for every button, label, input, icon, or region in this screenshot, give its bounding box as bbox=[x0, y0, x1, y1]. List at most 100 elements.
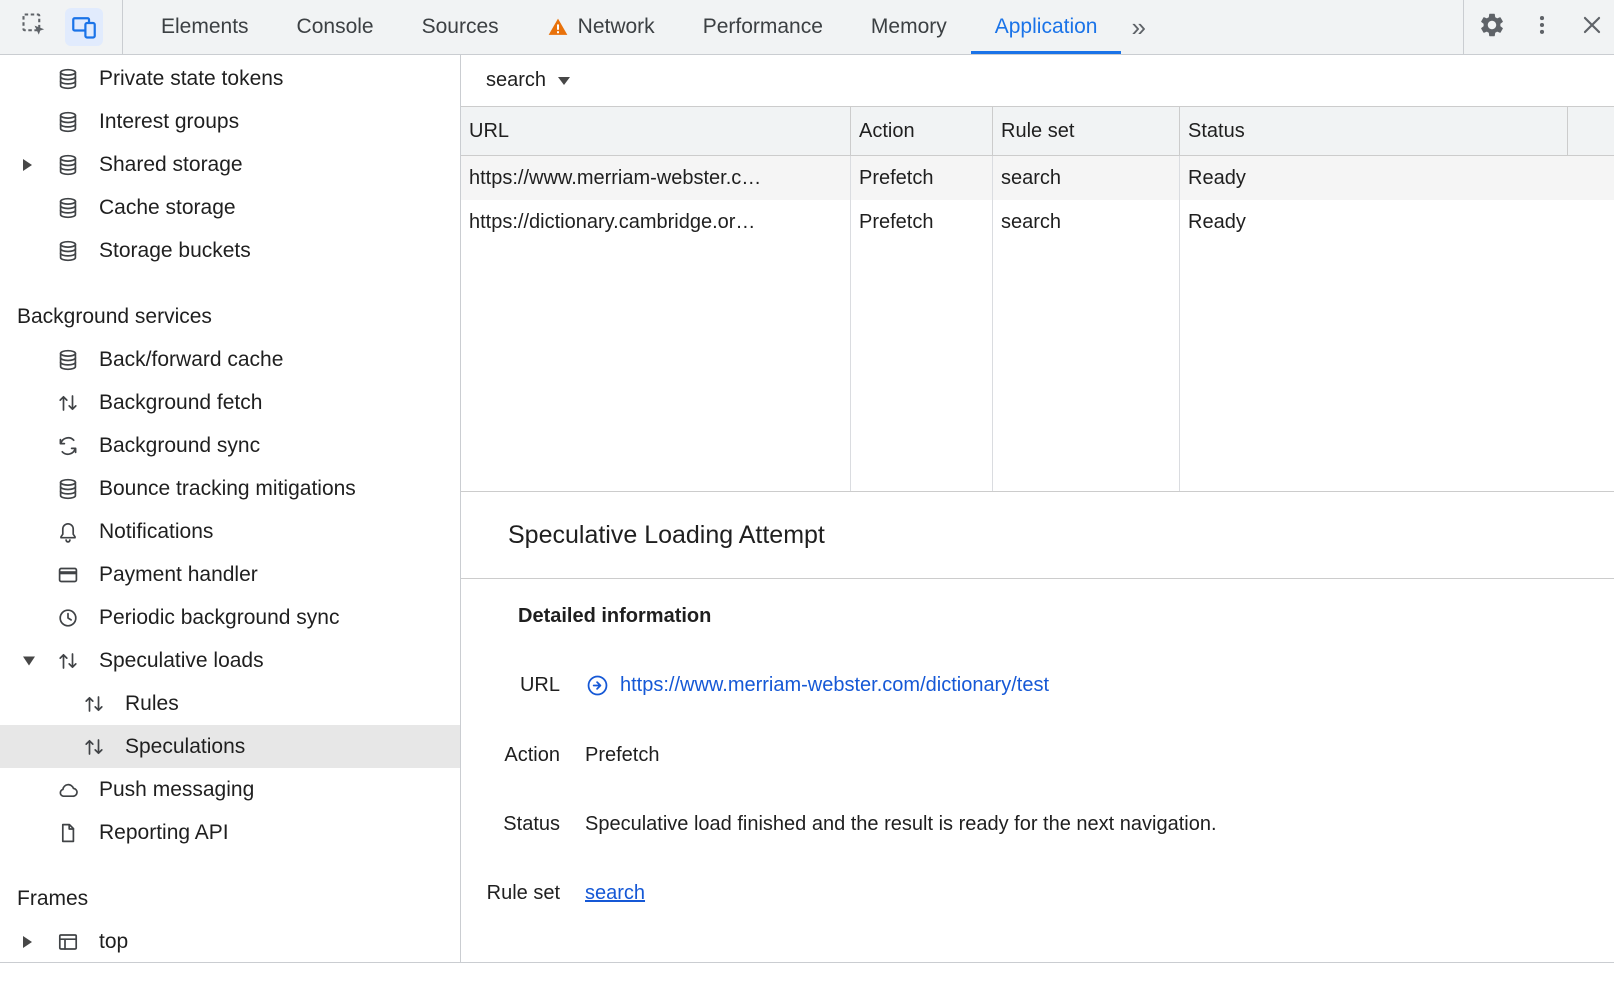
up-down-arrows-icon bbox=[82, 735, 106, 759]
inspect-cursor-icon bbox=[20, 11, 48, 44]
more-tabs-button[interactable]: » bbox=[1121, 0, 1155, 54]
sidebar-item-periodic-background-sync[interactable]: Periodic background sync bbox=[0, 596, 460, 639]
detail-pane-title: Speculative Loading Attempt bbox=[508, 521, 825, 550]
sidebar-item-payment-handler[interactable]: Payment handler bbox=[0, 553, 460, 596]
sidebar-item-top-frame[interactable]: top bbox=[0, 920, 460, 962]
cloud-icon bbox=[56, 778, 80, 802]
close-icon bbox=[1579, 12, 1605, 43]
tab-console[interactable]: Console bbox=[273, 0, 398, 54]
open-url-icon[interactable] bbox=[585, 673, 610, 698]
chevron-down-icon bbox=[558, 77, 570, 85]
sidebar-item-private-state-tokens[interactable]: Private state tokens bbox=[0, 57, 460, 100]
field-value: Speculative load finished and the result… bbox=[585, 813, 1217, 836]
warning-icon bbox=[547, 16, 569, 38]
detail-field-action: Action Prefetch bbox=[461, 744, 1594, 767]
sidebar-item-interest-groups[interactable]: Interest groups bbox=[0, 100, 460, 143]
sidebar-item-label: Periodic background sync bbox=[99, 606, 339, 630]
sidebar-item-label: Speculative loads bbox=[99, 649, 264, 673]
toolbar-separator bbox=[122, 0, 123, 54]
column-header-label: URL bbox=[469, 120, 509, 143]
bell-icon bbox=[56, 520, 80, 544]
detail-field-rule-set: Rule set search bbox=[461, 882, 1594, 905]
up-down-arrows-icon bbox=[82, 692, 106, 716]
tab-sources[interactable]: Sources bbox=[398, 0, 523, 54]
credit-card-icon bbox=[56, 563, 80, 587]
speculation-url-link[interactable]: https://www.merriam-webster.com/dictiona… bbox=[620, 674, 1049, 697]
detail-field-url: URL https://www.merriam-webster.com/dict… bbox=[461, 673, 1594, 698]
toolbar-right-controls bbox=[1463, 0, 1614, 54]
sidebar-item-notifications[interactable]: Notifications bbox=[0, 510, 460, 553]
sidebar-item-label: Shared storage bbox=[99, 153, 243, 177]
sidebar-item-speculations[interactable]: Speculations bbox=[0, 725, 460, 768]
cell-status: Ready bbox=[1179, 200, 1614, 244]
tab-memory[interactable]: Memory bbox=[847, 0, 971, 54]
expand-chevron-icon[interactable] bbox=[23, 159, 32, 171]
sync-icon bbox=[56, 434, 80, 458]
database-icon bbox=[56, 153, 80, 177]
sidebar-item-shared-storage[interactable]: Shared storage bbox=[0, 143, 460, 186]
rule-set-link[interactable]: search bbox=[585, 882, 645, 905]
detail-pane-header: Speculative Loading Attempt bbox=[461, 492, 1614, 579]
speculations-filter-bar: search bbox=[461, 55, 1614, 106]
column-header-status[interactable]: Status bbox=[1179, 107, 1567, 155]
tab-label: Performance bbox=[703, 15, 823, 39]
settings-button[interactable] bbox=[1470, 0, 1514, 54]
sidebar-item-label: Cache storage bbox=[99, 196, 236, 220]
tab-label: Console bbox=[297, 15, 374, 39]
column-header-rule-set[interactable]: Rule set bbox=[992, 107, 1179, 155]
sidebar-item-bounce-tracking-mitigations[interactable]: Bounce tracking mitigations bbox=[0, 467, 460, 510]
expand-chevron-icon[interactable] bbox=[23, 936, 32, 948]
tab-network[interactable]: Network bbox=[523, 0, 679, 54]
field-label: Rule set bbox=[461, 882, 560, 905]
cell-status: Ready bbox=[1179, 156, 1614, 200]
sidebar-item-label: Interest groups bbox=[99, 110, 239, 134]
tab-performance[interactable]: Performance bbox=[679, 0, 847, 54]
toolbar-separator bbox=[1463, 0, 1464, 54]
tab-label: Application bbox=[995, 15, 1098, 39]
tab-label: Network bbox=[578, 15, 655, 39]
sidebar-item-background-fetch[interactable]: Background fetch bbox=[0, 381, 460, 424]
sidebar-item-label: Payment handler bbox=[99, 563, 258, 587]
sidebar-item-cache-storage[interactable]: Cache storage bbox=[0, 186, 460, 229]
field-label: Action bbox=[461, 744, 560, 767]
more-options-button[interactable] bbox=[1520, 0, 1564, 54]
background-services-section-header: Background services bbox=[0, 295, 460, 338]
sidebar-item-reporting-api[interactable]: Reporting API bbox=[0, 811, 460, 854]
sidebar-item-rules[interactable]: Rules bbox=[0, 682, 460, 725]
double-chevron-icon: » bbox=[1131, 12, 1145, 43]
device-toolbar-toggle-button[interactable] bbox=[62, 0, 106, 54]
table-row[interactable]: https://www.merriam-webster.c… Prefetch … bbox=[461, 156, 1614, 200]
gear-icon bbox=[1478, 11, 1506, 44]
detailed-information-heading: Detailed information bbox=[518, 605, 1594, 628]
column-header-label: Status bbox=[1188, 120, 1245, 143]
devtools-window: Elements Console Sources Network bbox=[0, 0, 1614, 990]
ruleset-filter-dropdown[interactable]: search bbox=[486, 69, 570, 92]
table-row[interactable]: https://dictionary.cambridge.or… Prefetc… bbox=[461, 200, 1614, 244]
sidebar-item-label: Notifications bbox=[99, 520, 213, 544]
inspect-element-button[interactable] bbox=[12, 0, 56, 54]
tab-label: Sources bbox=[422, 15, 499, 39]
sidebar-item-label: Speculations bbox=[125, 735, 245, 759]
tab-label: Elements bbox=[161, 15, 249, 39]
table-header-row: URL Action Rule set Status bbox=[461, 106, 1614, 156]
devtools-body: Private state tokens Interest groups Sha… bbox=[0, 55, 1614, 963]
column-header-action[interactable]: Action bbox=[850, 107, 992, 155]
application-sidebar: Private state tokens Interest groups Sha… bbox=[0, 55, 461, 962]
column-header-url[interactable]: URL bbox=[461, 107, 850, 155]
sidebar-item-back-forward-cache[interactable]: Back/forward cache bbox=[0, 338, 460, 381]
cell-rule-set: search bbox=[992, 200, 1179, 244]
close-devtools-button[interactable] bbox=[1570, 0, 1614, 54]
sidebar-item-speculative-loads[interactable]: Speculative loads bbox=[0, 639, 460, 682]
sidebar-item-storage-buckets[interactable]: Storage buckets bbox=[0, 229, 460, 272]
database-icon bbox=[56, 239, 80, 263]
document-icon bbox=[56, 821, 80, 845]
sidebar-item-background-sync[interactable]: Background sync bbox=[0, 424, 460, 467]
up-down-arrows-icon bbox=[56, 391, 80, 415]
sidebar-item-push-messaging[interactable]: Push messaging bbox=[0, 768, 460, 811]
sidebar-item-label: top bbox=[99, 930, 128, 954]
detail-pane: Detailed information URL https://www.mer… bbox=[461, 579, 1614, 962]
collapse-chevron-icon[interactable] bbox=[23, 656, 35, 665]
cell-action: Prefetch bbox=[850, 200, 992, 244]
tab-application[interactable]: Application bbox=[971, 0, 1122, 54]
tab-elements[interactable]: Elements bbox=[137, 0, 273, 54]
